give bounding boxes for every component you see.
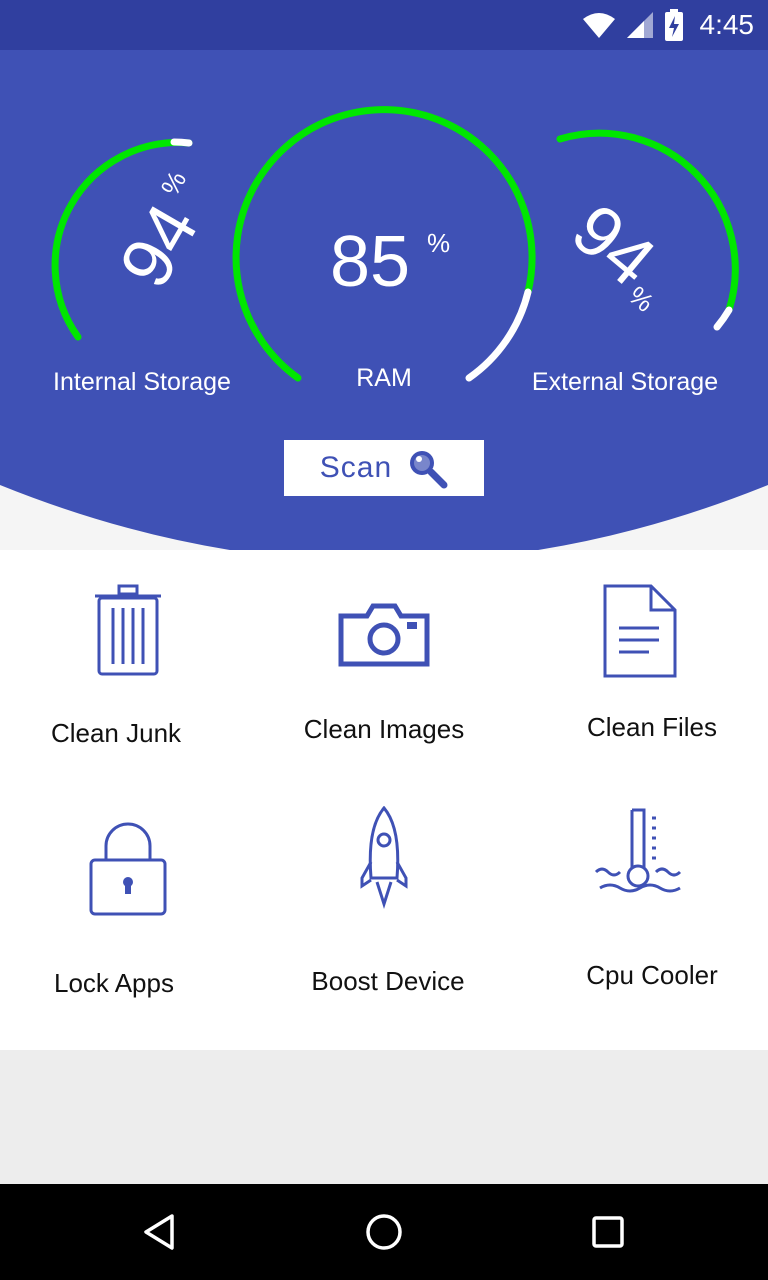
thermometer-icon	[594, 808, 682, 893]
tile-icon-wrap	[512, 584, 768, 678]
lock-icon	[89, 822, 167, 916]
recents-icon	[592, 1216, 624, 1248]
scan-button[interactable]: Scan	[284, 440, 484, 496]
signal-icon	[626, 12, 653, 38]
external-storage-arc-remaining	[713, 306, 733, 331]
magnifier-icon	[410, 451, 448, 489]
tile-icon-wrap	[0, 584, 256, 678]
document-icon	[603, 584, 677, 678]
ram-label: RAM	[356, 364, 412, 392]
tile-icon-wrap	[512, 806, 768, 898]
internal-storage-label: Internal Storage	[53, 368, 231, 396]
clean-junk-label: Clean Junk	[50, 718, 182, 748]
external-storage-percent: 94	[557, 189, 670, 302]
back-button[interactable]	[130, 1202, 190, 1262]
external-storage-label: External Storage	[531, 368, 719, 396]
home-button[interactable]	[354, 1202, 414, 1262]
status-icons: 4:45	[582, 8, 755, 42]
internal-storage-arc-remaining	[170, 138, 193, 147]
scan-button-label: Scan	[319, 451, 393, 484]
back-icon	[144, 1214, 174, 1250]
rocket-icon	[360, 806, 408, 909]
boost-device-label: Boost Device	[311, 966, 465, 996]
tools-grid: Clean Junk Clean Images Clean Files Lock…	[0, 550, 768, 1050]
clock: 4:45	[699, 9, 755, 40]
clean-junk-tile[interactable]: Clean Junk	[0, 550, 256, 800]
boost-device-tile[interactable]: Boost Device	[256, 800, 512, 1050]
home-icon	[366, 1214, 402, 1250]
battery-charging-icon	[664, 9, 683, 41]
header-panel: 94 % 85 % 94 % Internal Storage RAM Exte…	[0, 50, 768, 550]
ram-percent-sign: %	[427, 228, 450, 258]
internal-storage-percent: 94	[105, 191, 214, 300]
clean-images-tile[interactable]: Clean Images	[256, 550, 512, 800]
ram-arc-remaining	[465, 288, 532, 382]
ram-percent: 85	[330, 222, 410, 302]
tile-icon-wrap	[0, 820, 256, 918]
camera-icon	[338, 603, 430, 667]
clean-files-label: Clean Files	[586, 712, 718, 742]
status-bar: 4:45	[0, 0, 768, 50]
clean-files-tile[interactable]: Clean Files	[512, 550, 768, 800]
internal-storage-percent-sign: %	[155, 166, 193, 201]
cpu-cooler-label: Cpu Cooler	[586, 960, 718, 990]
wifi-icon	[582, 13, 615, 38]
tile-icon-wrap	[256, 806, 512, 910]
trash-icon	[95, 584, 161, 676]
cpu-cooler-tile[interactable]: Cpu Cooler	[512, 800, 768, 1050]
lock-apps-label: Lock Apps	[54, 968, 174, 998]
navigation-bar	[0, 1184, 768, 1280]
clean-images-label: Clean Images	[303, 714, 465, 744]
tile-icon-wrap	[256, 600, 512, 668]
recents-button[interactable]	[578, 1202, 638, 1262]
lock-apps-tile[interactable]: Lock Apps	[0, 800, 256, 1050]
